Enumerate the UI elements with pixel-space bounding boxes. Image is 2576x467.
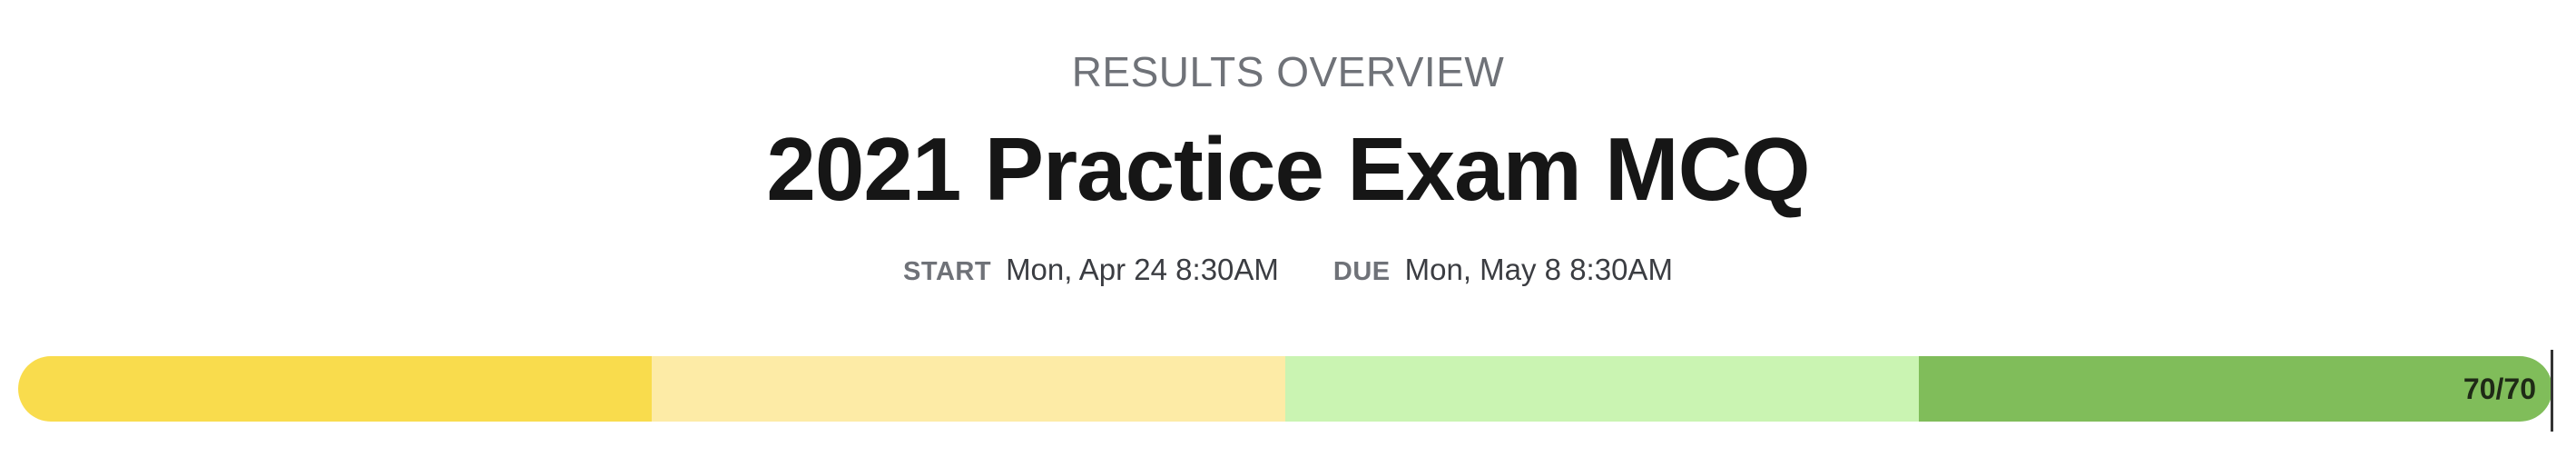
start-value: Mon, Apr 24 8:30AM: [1006, 253, 1279, 286]
page-title: 2021 Practice Exam MCQ: [766, 119, 1810, 219]
score-count: 70/70: [2463, 373, 2536, 405]
progress-segment-3: [1285, 356, 1919, 422]
start-label: START: [903, 257, 992, 286]
results-overview-page: RESULTS OVERVIEW 2021 Practice Exam MCQ …: [0, 0, 2576, 467]
progress-segment-2: [652, 356, 1285, 422]
progress-segment-1: [18, 356, 652, 422]
due-date: DUE Mon, May 8 8:30AM: [1333, 253, 1673, 287]
due-value: Mon, May 8 8:30AM: [1404, 253, 1673, 286]
section-label: RESULTS OVERVIEW: [1071, 48, 1505, 95]
start-date: START Mon, Apr 24 8:30AM: [903, 253, 1279, 287]
score-progress-bar: [18, 356, 2552, 422]
progress-segment-4: [1919, 356, 2552, 422]
date-row: START Mon, Apr 24 8:30AM DUE Mon, May 8 …: [0, 253, 2576, 287]
due-label: DUE: [1332, 257, 1391, 286]
progress-end-marker: [2551, 350, 2553, 432]
